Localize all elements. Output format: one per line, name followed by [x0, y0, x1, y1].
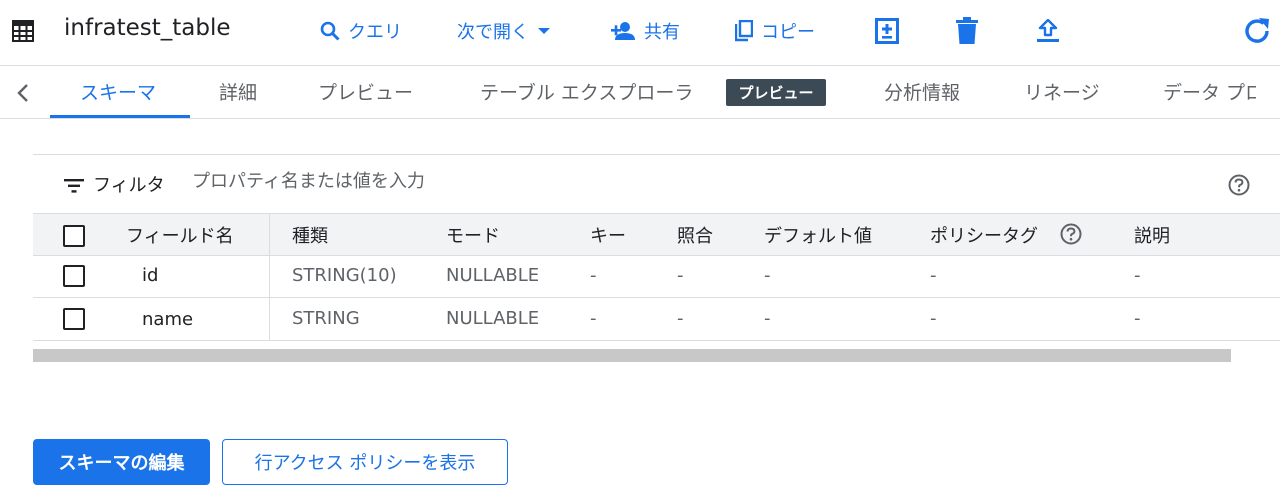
tab-details[interactable]: 詳細: [219, 78, 257, 105]
tab-table-explorer[interactable]: テーブル エクスプローラ: [480, 78, 693, 105]
type-cell: STRING(10): [292, 265, 397, 286]
help-icon[interactable]: [1228, 174, 1250, 200]
policy-tags-cell: -: [930, 265, 937, 286]
col-header-key: キー: [590, 226, 626, 247]
column-divider: [269, 213, 270, 340]
row-checkbox[interactable]: [63, 308, 85, 330]
tab-insights[interactable]: 分析情報: [884, 78, 960, 105]
view-row-access-policy-button[interactable]: 行アクセス ポリシーを表示: [222, 439, 508, 485]
tab-preview[interactable]: プレビュー: [318, 78, 413, 105]
tab-scroll-area: [1269, 66, 1280, 118]
search-icon: [320, 21, 340, 41]
field-name-cell: id: [142, 265, 159, 286]
dropdown-icon: [537, 26, 551, 36]
default-value-cell: -: [764, 265, 771, 286]
open-with-label: 次で開く: [457, 22, 529, 43]
copy-icon: [735, 20, 753, 42]
preview-badge: プレビュー: [726, 79, 826, 106]
filter-top-border: [33, 154, 1280, 155]
horizontal-scrollbar[interactable]: [33, 349, 1231, 362]
add-box-icon[interactable]: [875, 18, 899, 44]
description-cell: -: [1134, 265, 1141, 286]
collation-cell: -: [677, 265, 684, 286]
copy-button[interactable]: コピー: [735, 16, 815, 46]
tabs-divider: [0, 118, 1280, 119]
row-divider: [33, 297, 1280, 298]
policy-tags-cell: -: [930, 308, 937, 329]
field-name-cell: name: [142, 309, 194, 330]
col-header-default-value: デフォルト値: [764, 226, 872, 247]
default-value-cell: -: [764, 308, 771, 329]
col-header-type: 種類: [292, 226, 328, 247]
table-top-border: [33, 213, 1280, 214]
description-cell: -: [1134, 308, 1141, 329]
table-icon: [12, 20, 34, 42]
query-button[interactable]: クエリ: [320, 16, 402, 46]
tab-scroll-fade: [1256, 66, 1268, 118]
tab-schema[interactable]: スキーマ: [80, 78, 156, 105]
toolbar: infratest_table クエリ 次で開く 共有 コピー: [0, 0, 1280, 64]
key-cell: -: [590, 265, 597, 286]
filter-icon: [64, 178, 84, 197]
query-label: クエリ: [348, 22, 402, 43]
col-header-policy-tags: ポリシータグ: [930, 226, 1038, 247]
filter-label: フィルタ: [93, 175, 165, 196]
col-header-description: 説明: [1134, 226, 1170, 247]
table-name-title: infratest_table: [64, 15, 231, 41]
collation-cell: -: [677, 308, 684, 329]
tab-data-profile[interactable]: データ プロ: [1163, 78, 1264, 105]
col-header-mode: モード: [446, 226, 500, 247]
copy-label: コピー: [761, 22, 815, 43]
share-label: 共有: [644, 22, 680, 43]
tab-lineage[interactable]: リネージ: [1024, 78, 1100, 105]
table-bottom-border: [33, 340, 1280, 341]
policy-tag-help-icon[interactable]: [1060, 223, 1082, 249]
col-header-field-name: フィールド名: [126, 226, 234, 247]
chevron-left-icon[interactable]: [16, 83, 30, 107]
refresh-icon[interactable]: [1242, 16, 1272, 46]
toolbar-divider: [0, 65, 1280, 66]
row-checkbox[interactable]: [63, 265, 85, 287]
header-bottom-border: [33, 255, 1280, 256]
mode-cell: NULLABLE: [446, 265, 540, 286]
filter-input[interactable]: [192, 171, 1092, 192]
mode-cell: NULLABLE: [446, 308, 540, 329]
open-with-button[interactable]: 次で開く: [457, 16, 551, 46]
share-button[interactable]: 共有: [610, 16, 680, 46]
select-all-checkbox[interactable]: [63, 225, 85, 247]
upload-icon[interactable]: [1037, 19, 1059, 43]
person-add-icon: [610, 21, 636, 41]
key-cell: -: [590, 308, 597, 329]
col-header-collation: 照合: [677, 226, 713, 247]
delete-icon[interactable]: [956, 17, 978, 45]
edit-schema-button[interactable]: スキーマの編集: [33, 439, 210, 485]
type-cell: STRING: [292, 308, 360, 329]
